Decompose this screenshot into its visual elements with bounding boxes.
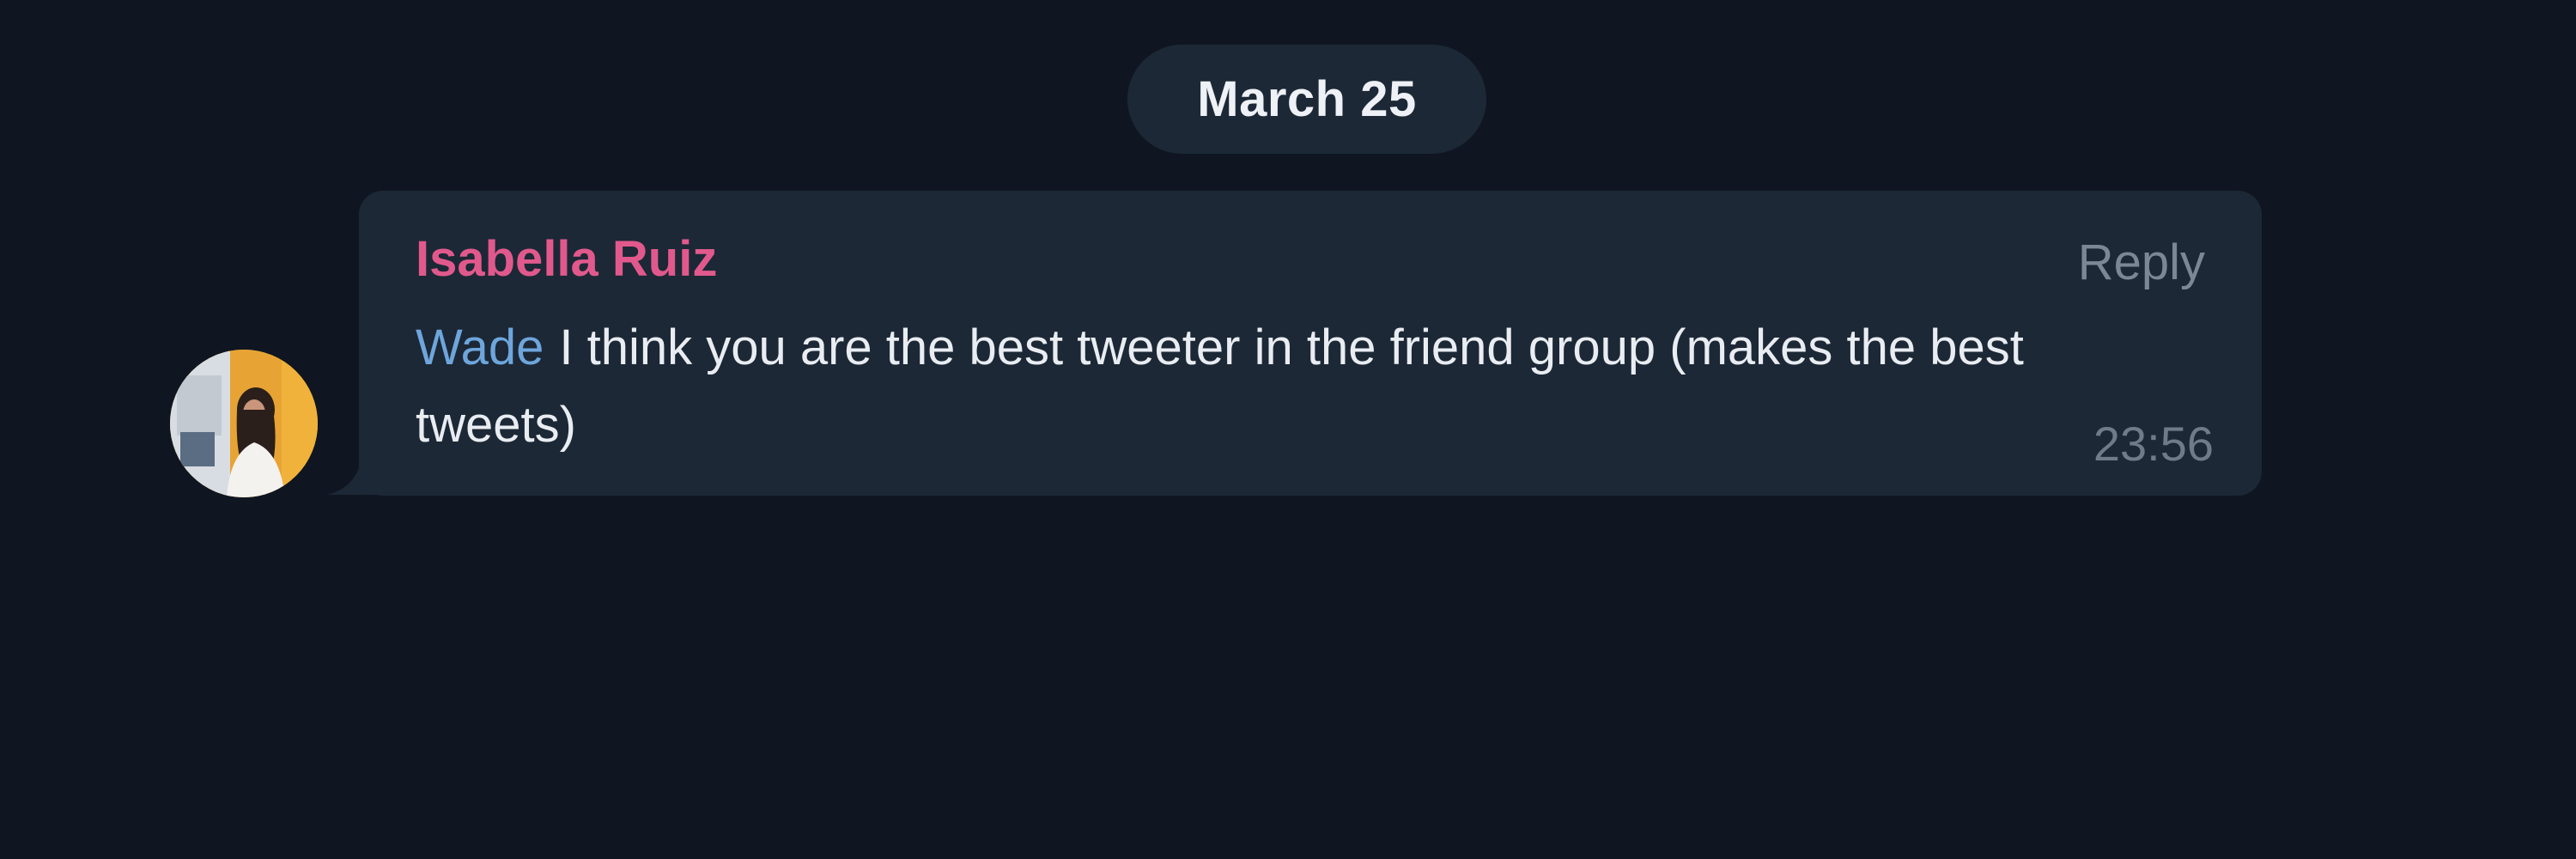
message-text: Wade I think you are the best tweeter in … <box>416 309 2184 464</box>
message-bubble[interactable]: Isabella Ruiz Reply Wade I think you are … <box>359 191 2262 496</box>
date-separator: March 25 <box>1127 45 1486 154</box>
message-timestamp: 23:56 <box>2093 417 2214 471</box>
sender-avatar[interactable] <box>170 350 318 497</box>
reply-button[interactable]: Reply <box>2078 234 2205 291</box>
message-body: I think you are the best tweeter in the … <box>416 320 2024 453</box>
mention-link[interactable]: Wade <box>416 320 544 375</box>
chat-view: March 25 Isabella Ruiz Reply Wade I think… <box>0 0 2576 859</box>
sender-name[interactable]: Isabella Ruiz <box>416 230 717 288</box>
avatar-photo-icon <box>170 350 318 497</box>
